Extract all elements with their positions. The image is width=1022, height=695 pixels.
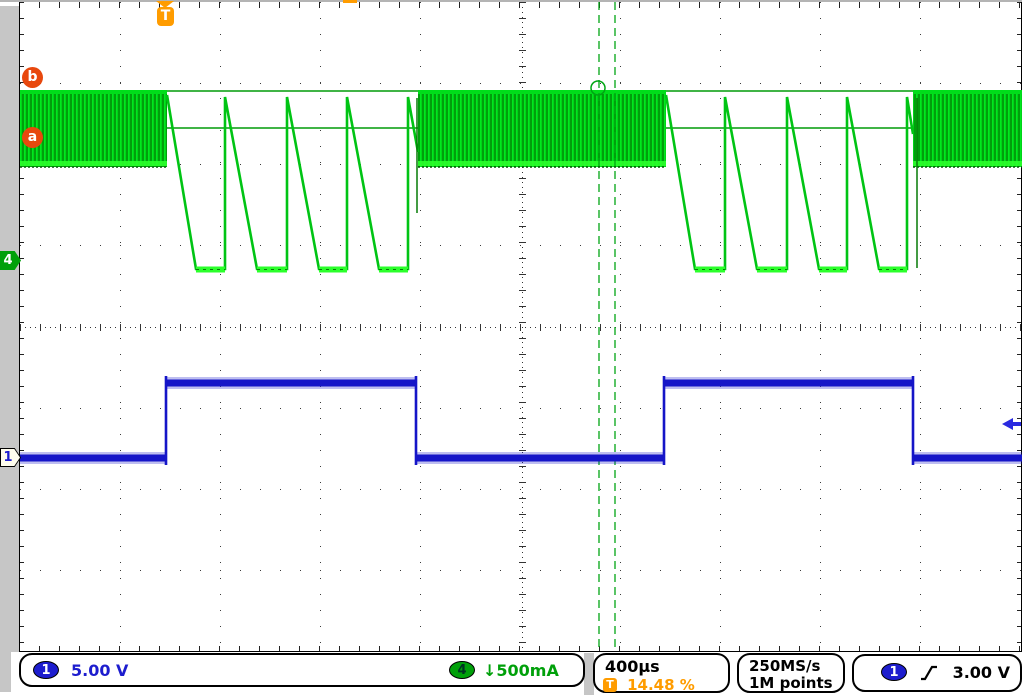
trigger-readout-box: 1 3.00 V <box>852 654 1022 692</box>
ch1-marker-label: 1 <box>0 448 16 467</box>
ch4-scale-readout: ↓500mA <box>483 661 559 680</box>
ch4-badge[interactable]: 4 <box>449 661 475 679</box>
ch1-badge[interactable]: 1 <box>33 661 59 679</box>
rising-edge-trigger-icon <box>920 665 938 681</box>
expansion-point-icon <box>343 0 357 3</box>
trigger-level-readout: 3.00 V <box>953 663 1010 682</box>
acquisition-readout-box: 250MS/s 1M points <box>737 653 845 693</box>
cursor-b-marker[interactable]: b <box>22 67 43 88</box>
gridline <box>19 651 1022 652</box>
ch1-reference-marker[interactable]: 1 <box>0 448 21 467</box>
gridline <box>519 2 526 651</box>
sample-rate-readout: 250MS/s <box>749 657 820 675</box>
ch4-marker-label: 4 <box>0 251 16 270</box>
record-length-readout: 1M points <box>749 674 833 692</box>
ch1-scale-readout: 5.00 V <box>71 661 128 680</box>
gridline <box>19 2 20 651</box>
trigger-position-marker[interactable]: T <box>157 7 174 26</box>
cursor-a-marker[interactable]: a <box>22 127 43 148</box>
trigger-position-readout: 14.48 % <box>627 676 695 694</box>
trigger-source-badge[interactable]: 1 <box>881 663 907 681</box>
ch4-reference-marker[interactable]: 4 <box>0 251 21 270</box>
gridline <box>20 2 24 651</box>
graticule <box>0 0 1022 695</box>
oscilloscope-screen: b a T 4 1 1 5.00 V 4 ↓500mA 400µs T 14.4… <box>0 0 1022 695</box>
channel-readout-box: 1 5.00 V 4 ↓500mA <box>19 653 585 687</box>
trigger-badge-icon: T <box>603 678 617 692</box>
horizontal-readout-box: 400µs T 14.48 % <box>593 653 730 693</box>
